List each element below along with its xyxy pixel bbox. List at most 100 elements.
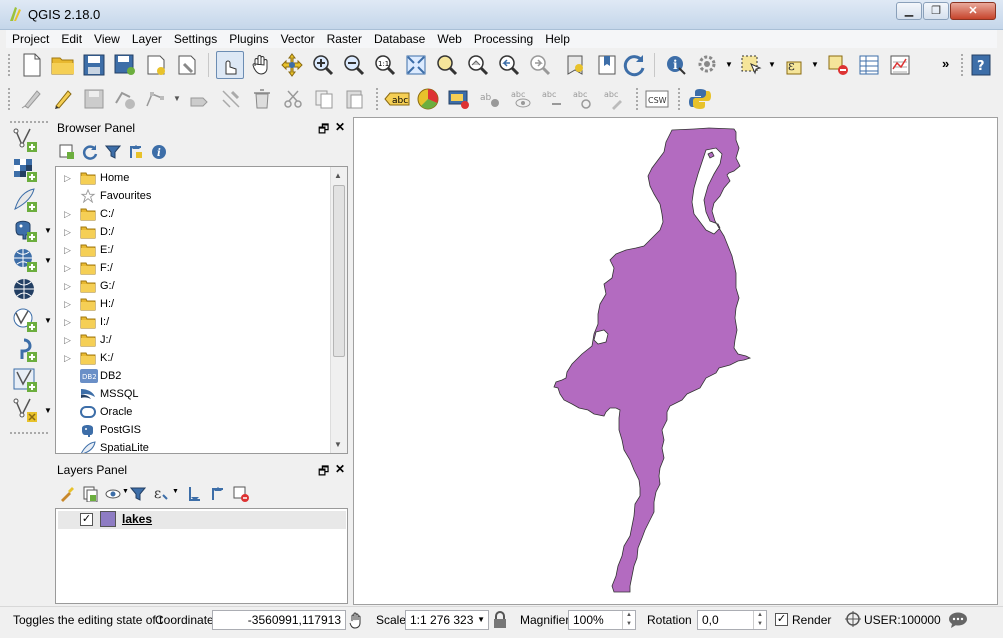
menu-help[interactable]: Help <box>539 30 576 48</box>
statistical-summary-icon[interactable] <box>886 51 914 79</box>
layer-symbol-swatch[interactable] <box>100 511 116 527</box>
move-label-icon[interactable]: abc <box>538 85 566 113</box>
zoom-out-icon[interactable] <box>340 51 368 79</box>
add-raster-layer-icon[interactable] <box>10 156 40 184</box>
expand-arrow-icon[interactable]: ▷ <box>64 259 71 277</box>
toolbar-grip[interactable] <box>8 88 12 110</box>
layer-visibility-checkbox[interactable]: ✓ <box>80 513 93 526</box>
browser-item[interactable]: ▷ F:/ <box>56 259 331 277</box>
copy-features-icon[interactable] <box>310 85 338 113</box>
style-manager-icon[interactable] <box>59 486 75 502</box>
toolbar-grip[interactable] <box>961 54 965 76</box>
save-project-icon[interactable] <box>80 51 108 79</box>
map-canvas[interactable] <box>353 117 998 605</box>
refresh-browser-icon[interactable] <box>82 144 98 160</box>
cut-features-icon[interactable] <box>279 85 307 113</box>
scroll-up-icon[interactable]: ▲ <box>334 171 342 180</box>
add-wcs-layer-icon[interactable] <box>10 276 40 304</box>
browser-tree[interactable]: ▲ ▼ ▷ Home Favourites ▷ C:/▷ D:/▷ E:/▷ F:/▷ G:/▷… <box>55 166 348 454</box>
toolbar-grip[interactable] <box>10 121 48 123</box>
select-by-expression-icon[interactable]: ε <box>780 51 808 79</box>
browser-scrollbar[interactable]: ▲ ▼ <box>330 167 347 453</box>
render-checkbox[interactable]: ✓ <box>775 613 788 626</box>
expand-arrow-icon[interactable]: ▷ <box>64 277 71 295</box>
change-label-icon[interactable]: abc <box>600 85 628 113</box>
lock-scale-icon[interactable] <box>493 611 507 629</box>
identify-features-icon[interactable]: i <box>662 51 690 79</box>
save-layer-edits-icon[interactable] <box>80 85 108 113</box>
maximize-button[interactable]: ❐ <box>923 2 949 20</box>
chevron-down-icon[interactable]: ▼ <box>173 94 181 103</box>
run-feature-action-icon[interactable] <box>694 51 722 79</box>
toolbar-grip[interactable] <box>10 432 48 434</box>
add-feature-icon[interactable] <box>111 85 139 113</box>
browser-item[interactable]: PostGIS <box>56 421 331 439</box>
menu-raster[interactable]: Raster <box>321 30 368 48</box>
layers-tree[interactable]: ✓ lakes <box>55 508 348 604</box>
add-wfs-layer-icon[interactable] <box>10 306 40 334</box>
spin-arrows-icon[interactable]: ▲ ▼ <box>753 611 766 629</box>
magnifier-spinbox[interactable]: 100% ▲ ▼ <box>568 610 636 630</box>
scroll-thumb[interactable] <box>333 185 345 357</box>
zoom-to-layer-icon[interactable] <box>464 51 492 79</box>
layer-name[interactable]: lakes <box>122 512 152 526</box>
zoom-last-icon[interactable] <box>495 51 523 79</box>
undock-panel-icon[interactable]: 🗗 <box>318 462 329 483</box>
chevron-down-icon[interactable]: ▼ <box>44 256 52 265</box>
menu-web[interactable]: Web <box>431 30 467 48</box>
expand-arrow-icon[interactable]: ▷ <box>64 241 71 259</box>
menu-plugins[interactable]: Plugins <box>223 30 274 48</box>
menu-settings[interactable]: Settings <box>168 30 223 48</box>
current-edits-icon[interactable] <box>18 85 46 113</box>
chevron-down-icon[interactable]: ▼ <box>725 60 733 69</box>
chevron-down-icon[interactable]: ▼ <box>44 226 52 235</box>
node-tool-icon[interactable] <box>142 85 170 113</box>
delete-selected-features-icon[interactable] <box>217 85 245 113</box>
toolbar-grip[interactable] <box>636 88 640 110</box>
chevron-down-icon[interactable]: ▼ <box>44 316 52 325</box>
browser-item[interactable]: ▷ D:/ <box>56 223 331 241</box>
undock-panel-icon[interactable]: 🗗 <box>318 120 329 141</box>
menu-view[interactable]: View <box>88 30 126 48</box>
browser-item[interactable]: ▷ H:/ <box>56 295 331 313</box>
toolbar-grip[interactable] <box>8 54 12 76</box>
add-delimited-text-layer-icon[interactable] <box>10 336 40 364</box>
trash-icon[interactable] <box>248 85 276 113</box>
browser-item[interactable]: SpatiaLite <box>56 439 331 453</box>
metasearch-icon[interactable]: CSW <box>643 85 671 113</box>
touch-zoom-pan-icon[interactable] <box>216 51 244 79</box>
new-project-icon[interactable] <box>18 51 46 79</box>
crs-status-icon[interactable] <box>845 611 861 627</box>
expand-arrow-icon[interactable]: ▷ <box>64 169 71 187</box>
browser-item[interactable]: ▷ C:/ <box>56 205 331 223</box>
chevron-down-icon[interactable]: ▼ <box>122 488 129 495</box>
add-wms-layer-icon[interactable] <box>10 246 40 274</box>
layer-labeling-options-icon[interactable]: abc <box>383 85 411 113</box>
browser-item[interactable]: ▷ G:/ <box>56 277 331 295</box>
menu-project[interactable]: Project <box>6 30 55 48</box>
close-button[interactable]: ✕ <box>950 2 996 20</box>
filter-browser-icon[interactable] <box>105 144 121 160</box>
move-feature-icon[interactable] <box>186 85 214 113</box>
highlight-pinned-labels-icon[interactable] <box>445 85 473 113</box>
add-group-icon[interactable] <box>82 486 98 502</box>
chevron-down-icon[interactable]: ▼ <box>172 488 179 495</box>
refresh-icon[interactable] <box>620 51 648 79</box>
manage-visibility-icon[interactable] <box>105 486 121 502</box>
select-features-icon[interactable] <box>737 51 765 79</box>
zoom-native-resolution-icon[interactable]: 1:1 <box>371 51 399 79</box>
collapse-all-icon[interactable] <box>128 144 144 160</box>
zoom-in-icon[interactable] <box>309 51 337 79</box>
new-print-composer-icon[interactable] <box>142 51 170 79</box>
scroll-down-icon[interactable]: ▼ <box>334 440 342 449</box>
add-selected-layers-icon[interactable] <box>59 144 75 160</box>
zoom-full-icon[interactable] <box>402 51 430 79</box>
pin-unpin-labels-icon[interactable]: ab <box>476 85 504 113</box>
close-panel-icon[interactable]: ✕ <box>335 120 345 134</box>
zoom-to-selection-icon[interactable] <box>433 51 461 79</box>
filter-by-expression-icon[interactable]: ε <box>153 485 169 501</box>
chevron-down-icon[interactable]: ▼ <box>811 60 819 69</box>
open-project-icon[interactable] <box>49 51 77 79</box>
browser-item[interactable]: ▷ E:/ <box>56 241 331 259</box>
new-shapefile-layer-icon[interactable] <box>10 396 40 424</box>
